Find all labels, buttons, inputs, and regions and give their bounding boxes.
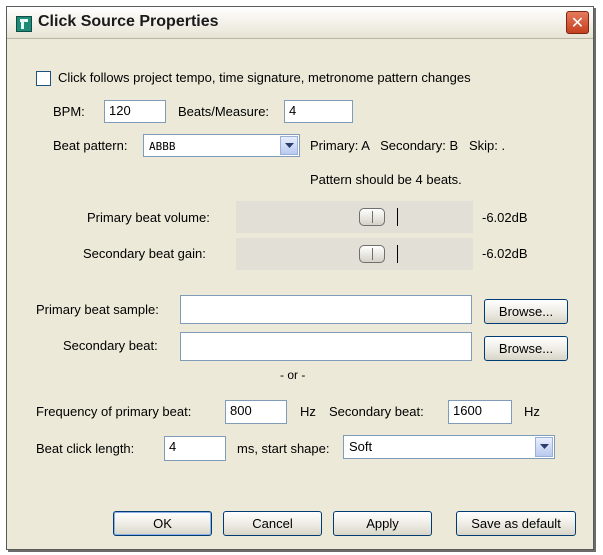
title-bar[interactable]: Click Source Properties ✕ <box>7 7 593 39</box>
primary-volume-value: -6.02dB <box>482 210 528 225</box>
bpm-input[interactable]: 120 <box>104 100 166 123</box>
app-icon <box>16 16 32 32</box>
primary-volume-label: Primary beat volume: <box>87 210 210 225</box>
secondary-sample-browse-button[interactable]: Browse... <box>484 336 568 361</box>
apply-button[interactable]: Apply <box>333 511 432 536</box>
or-separator-label: - or - <box>280 368 306 382</box>
primary-volume-slider[interactable] <box>236 201 473 233</box>
primary-volume-thumb[interactable] <box>359 208 385 226</box>
bpm-label: BPM: <box>53 104 85 119</box>
chevron-down-icon[interactable] <box>535 437 553 457</box>
secondary-sample-label: Secondary beat: <box>63 338 158 353</box>
beat-pattern-label: Beat pattern: <box>53 138 128 153</box>
secondary-frequency-label: Secondary beat: <box>329 404 424 419</box>
primary-sample-input[interactable] <box>180 295 472 324</box>
beats-per-measure-input[interactable]: 4 <box>284 100 353 123</box>
save-as-default-button[interactable]: Save as default <box>456 511 576 536</box>
secondary-gain-zero-mark <box>397 245 398 263</box>
primary-sample-browse-button[interactable]: Browse... <box>484 299 568 324</box>
frequency-label: Frequency of primary beat: <box>36 404 192 419</box>
secondary-frequency-input[interactable]: 1600 <box>448 400 512 424</box>
chevron-down-icon[interactable] <box>280 136 298 155</box>
secondary-gain-slider[interactable] <box>236 238 473 270</box>
primary-frequency-unit: Hz <box>300 404 316 419</box>
beat-pattern-note: Pattern should be 4 beats. <box>310 172 462 187</box>
start-shape-value: Soft <box>349 439 373 454</box>
secondary-gain-thumb[interactable] <box>359 245 385 263</box>
beat-pattern-legend: Primary: A Secondary: B Skip: . <box>310 138 506 153</box>
follow-tempo-label: Click follows project tempo, time signat… <box>58 70 471 85</box>
click-length-unit-label: ms, start shape: <box>237 441 330 456</box>
secondary-sample-input[interactable] <box>180 332 472 361</box>
primary-frequency-input[interactable]: 800 <box>225 400 287 424</box>
secondary-gain-label: Secondary beat gain: <box>83 246 206 261</box>
beat-pattern-combo[interactable]: ABBB <box>143 134 300 157</box>
click-length-label: Beat click length: <box>36 441 135 456</box>
click-length-input[interactable]: 4 <box>164 436 226 461</box>
follow-tempo-checkbox[interactable] <box>36 71 51 86</box>
primary-volume-zero-mark <box>397 208 398 226</box>
window-title: Click Source Properties <box>38 13 219 30</box>
beat-pattern-value: ABBB <box>149 140 176 153</box>
secondary-gain-value: -6.02dB <box>482 246 528 261</box>
beats-per-measure-label: Beats/Measure: <box>178 104 270 119</box>
secondary-frequency-unit: Hz <box>524 404 540 419</box>
start-shape-combo[interactable]: Soft <box>343 435 555 459</box>
close-icon[interactable]: ✕ <box>566 11 589 34</box>
ok-button[interactable]: OK <box>113 511 212 536</box>
primary-sample-label: Primary beat sample: <box>36 302 159 317</box>
dialog-window: Click Source Properties ✕ Click follows … <box>6 6 594 550</box>
cancel-button[interactable]: Cancel <box>223 511 322 536</box>
